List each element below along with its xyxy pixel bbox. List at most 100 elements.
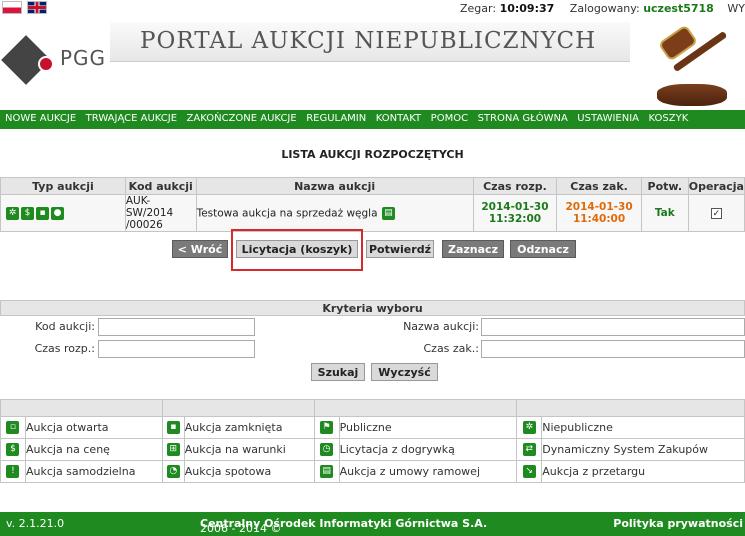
nav-finished-auctions[interactable]: ZAKOŃCZONE AUKCJE [182,110,297,124]
criteria-row-2: Czas rozp.: Czas zak.: [0,338,745,360]
open-auction-icon: ▫ [6,421,20,435]
auction-code-line1: AUK-SW/2014 [125,195,174,219]
legend-label: Aukcja spotowa [183,460,315,483]
legend-label: Publiczne [338,416,518,439]
col-end: Czas zak. [556,177,642,195]
document-icon[interactable]: ▤ [381,206,395,220]
code-input[interactable] [98,318,255,336]
legend-label: Niepubliczne [541,416,745,439]
legend-label: Aukcja z umowy ramowej [338,460,518,483]
end-label: Czas zak.: [423,342,479,355]
col-operation: Operacja [687,177,745,195]
end-date-value: 2014-01-30 [565,201,633,213]
legend-label: Aukcja z przetargu [541,460,745,483]
session-status: Zegar: 10:09:37 Zalogowany: uczest5718 W… [460,2,745,15]
clear-button[interactable]: Wyczyść [371,363,438,381]
auction-table: Typ aukcji Kod aukcji Nazwa aukcji Czas … [0,177,745,232]
legend-label: Aukcja na warunki [183,438,315,461]
select-checkbox[interactable]: ✓ [710,208,722,219]
nav-ongoing-auctions[interactable]: TRWAJĄCE AUKCJE [81,110,177,124]
legend-row: ▫ Aukcja otwarta ▪ Aukcja zamknięta ⚑ Publi… [0,416,745,439]
start-input[interactable] [98,340,255,358]
nav-new-auctions[interactable]: NOWE AUKCJE [0,110,76,124]
legend-row: ! Aukcja samodzielna ◔ Aukcja spotowa ▤ Auk… [0,460,745,483]
main-nav: NOWE AUKCJE TRWAJĄCE AUKCJE ZAKOŃCZONE A… [0,110,745,129]
price-icon: $ [21,206,34,220]
conditions-cart-icon: ⊞ [166,443,180,457]
table-row[interactable]: ✲ $ ▪ ● AUK-SW/2014 /00026 Testowa aukcja n… [0,194,745,232]
gavel-icon [645,18,745,110]
search-criteria: Kryteria wyboru Kod aukcji: Nazwa aukcji… [0,300,745,381]
operation-cell: ✓ [687,194,745,232]
col-name: Nazwa aukcji [195,177,474,195]
action-buttons: < Wróć Licytacja (koszyk) Potwierdź Zazn… [0,240,745,260]
deselect-all-button[interactable]: Odznacz [510,240,576,258]
top-bar: Zegar: 10:09:37 Zalogowany: uczest5718 W… [0,0,745,20]
criteria-row-1: Kod aukcji: Nazwa aukcji: [0,316,745,338]
back-button[interactable]: < Wróć [172,240,228,258]
end-time-value: 11:40:00 [572,213,626,225]
spot-icon: ◔ [166,465,180,479]
start-time: 2014-01-30 11:32:00 [472,194,558,232]
logo-dot-icon [38,56,54,72]
legend-label: Dynamiczny System Zakupów [541,438,745,461]
footer: v. 2.1.21.0 2006 - 2014 © Centralny Ośro… [0,512,745,536]
nonpublic-icon: ✲ [6,206,19,220]
dynamic-system-icon: ⇄ [522,443,536,457]
confirm-button[interactable]: Potwierdź [366,240,434,258]
page: Zegar: 10:09:37 Zalogowany: uczest5718 W… [0,0,745,536]
auction-name[interactable]: Testowa aukcja na sprzedaż węgla [197,207,378,219]
copyright: 2006 - 2014 © Centralny Ośrodek Informat… [200,517,487,535]
search-button[interactable]: Szukaj [311,363,365,381]
user-label: Zalogowany: [569,2,640,15]
name-input[interactable] [481,318,745,336]
lock-icon: ▪ [36,206,49,220]
tender-icon: ↘ [522,465,536,479]
public-flag-icon: ⚑ [320,421,334,435]
logo-text: PGG [60,46,107,70]
logout-link[interactable]: WYLOGUJ [727,2,745,15]
price-icon: $ [6,443,20,457]
spot-icon: ● [51,206,64,220]
clock-label: Zegar: [460,2,497,15]
nonpublic-icon: ✲ [522,421,536,435]
code-label: Kod aukcji: [35,320,95,333]
legend-label: Aukcja zamknięta [183,416,315,439]
nav-cart[interactable]: KOSZYK [644,110,689,124]
criteria-buttons: Szukaj Wyczyść [0,363,745,383]
privacy-link[interactable]: Polityka prywatności [613,517,743,530]
framework-agreement-icon: ▤ [320,465,334,479]
table-header-row: Typ aukcji Kod aukcji Nazwa aukcji Czas … [0,177,745,195]
username: uczest5718 [643,2,714,15]
nav-contact[interactable]: KONTAKT [371,110,421,124]
legend-table: ▫ Aukcja otwarta ▪ Aukcja zamknięta ⚑ Publi… [0,399,745,483]
nav-home[interactable]: STRONA GŁÓWNA [473,110,568,124]
version: v. 2.1.21.0 [6,517,65,530]
type-icons: ✲ $ ▪ ● [0,194,126,232]
nav-settings[interactable]: USTAWIENIA [572,110,639,124]
legend-label: Aukcja otwarta [24,416,163,439]
clock-value: 10:09:37 [499,2,555,15]
legend-label: Aukcja na cenę [24,438,163,461]
nav-rules[interactable]: REGULAMIN [301,110,366,124]
standalone-icon: ! [6,465,20,479]
legend-label: Aukcja samodzielna [24,460,163,483]
start-time-value: 11:32:00 [488,213,542,225]
select-all-button[interactable]: Zaznacz [442,240,504,258]
end-time: 2014-01-30 11:40:00 [556,194,642,232]
start-date-value: 2014-01-30 [481,201,549,213]
polish-flag-icon[interactable] [2,1,22,14]
portal-title: PORTAL AUKCJI NIEPUBLICZNYCH [140,28,597,54]
criteria-title: Kryteria wyboru [0,300,745,316]
auction-name-cell: Testowa aukcja na sprzedaż węgla ▤ [195,194,474,232]
col-code: Kod aukcji [124,177,197,195]
english-flag-icon[interactable] [27,1,47,14]
pgg-logo[interactable]: PGG [1,30,114,90]
nav-help[interactable]: POMOC [426,110,468,124]
list-title: LISTA AUKCJI ROZPOCZĘTYCH [281,148,464,161]
col-type: Typ aukcji [0,177,126,195]
auction-code-line2: /00026 [125,219,163,231]
col-confirmed: Potw. [640,177,689,195]
auction-code: AUK-SW/2014 /00026 [124,194,197,232]
end-input[interactable] [481,340,745,358]
